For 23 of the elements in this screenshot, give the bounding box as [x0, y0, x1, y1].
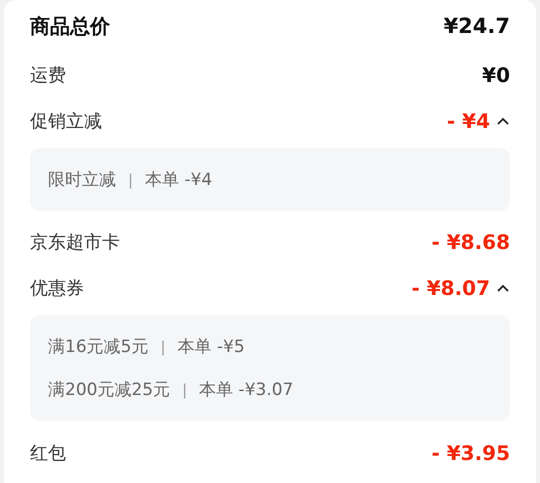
detail-amount: 本单 -¥3.07 — [199, 379, 294, 401]
detail-separator: | — [128, 170, 134, 188]
caret-icon[interactable] — [496, 283, 510, 293]
caret-icon[interactable] — [496, 116, 510, 126]
fee-label: 红包 — [30, 442, 66, 465]
detail-name: 满16元减5元 — [48, 336, 148, 358]
fee-amount: - ¥3.95 — [431, 441, 510, 465]
detail-name: 限时立减 — [48, 169, 116, 191]
fee-label: 促销立减 — [30, 110, 102, 133]
detail-name: 满200元减25元 — [48, 379, 170, 401]
fee-amount: ¥0 — [482, 63, 510, 87]
fee-amount: - ¥8.07 — [411, 276, 490, 300]
fee-amount: - ¥8.68 — [431, 230, 510, 254]
total-label: 商品总价 — [30, 12, 110, 40]
fee-label: 优惠券 — [30, 277, 84, 300]
fee-label: 运费 — [30, 64, 66, 87]
detail-amount: 本单 -¥5 — [178, 336, 245, 358]
fee-label: 京东超市卡 — [30, 231, 120, 254]
detail-separator: | — [182, 380, 188, 398]
detail-separator: | — [160, 338, 166, 356]
total-amount: ¥24.7 — [444, 14, 510, 38]
fee-amount: - ¥4 — [446, 109, 490, 133]
detail-amount: 本单 -¥4 — [145, 169, 212, 191]
